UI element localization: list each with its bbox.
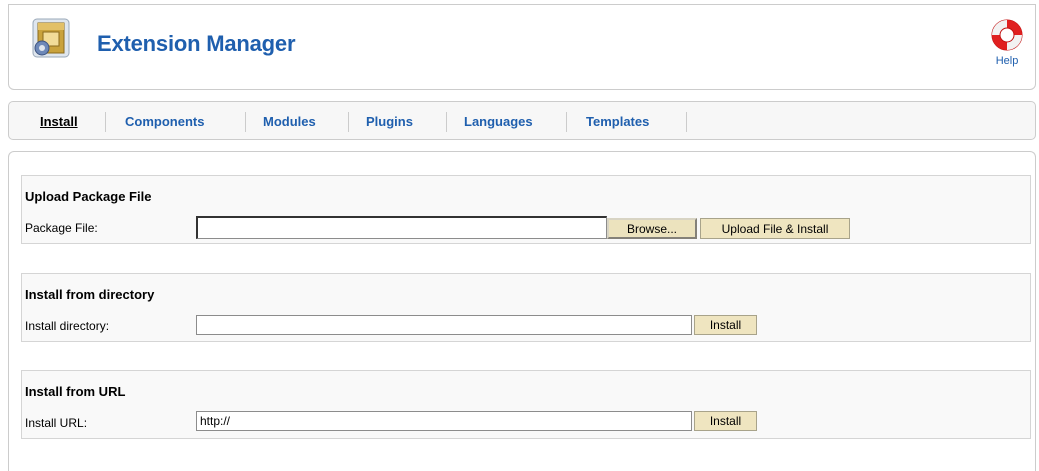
install-url-section: Install from URL Install URL: Install (21, 370, 1031, 439)
page-title: Extension Manager (97, 31, 296, 56)
tab-divider (348, 112, 349, 132)
tab-plugins[interactable]: Plugins (366, 114, 413, 129)
tab-divider (446, 112, 447, 132)
tab-divider (686, 112, 687, 132)
install-directory-label: Install directory: (25, 319, 110, 333)
help-label: Help (995, 55, 1019, 67)
tab-divider (105, 112, 106, 132)
install-url-button[interactable]: Install (694, 411, 757, 431)
package-file-label: Package File: (25, 221, 98, 235)
extension-package-icon (32, 18, 70, 58)
submenu-tabs: Install Components Modules Plugins Langu… (8, 101, 1036, 140)
header: Extension Manager Help (8, 4, 1036, 90)
section-title: Install from URL (25, 384, 126, 399)
tab-modules[interactable]: Modules (263, 114, 316, 129)
help-button[interactable]: Help (987, 18, 1027, 67)
install-url-input[interactable] (196, 411, 692, 431)
install-panel: Upload Package File Package File: Browse… (8, 151, 1036, 471)
install-directory-input[interactable] (196, 315, 692, 335)
package-file-input[interactable] (196, 216, 607, 239)
tab-templates[interactable]: Templates (586, 114, 649, 129)
tab-divider (245, 112, 246, 132)
upload-package-section: Upload Package File Package File: Browse… (21, 175, 1031, 244)
section-title: Install from directory (25, 287, 155, 302)
browse-button[interactable]: Browse... (607, 218, 697, 239)
tab-install[interactable]: Install (40, 114, 78, 129)
install-directory-button[interactable]: Install (694, 315, 757, 335)
tab-languages[interactable]: Languages (464, 114, 533, 129)
lifebuoy-icon (990, 19, 1024, 55)
install-url-label: Install URL: (25, 416, 88, 430)
install-directory-section: Install from directory Install directory… (21, 273, 1031, 342)
section-title: Upload Package File (25, 189, 152, 204)
tab-components[interactable]: Components (125, 114, 204, 129)
tab-divider (566, 112, 567, 132)
upload-install-button[interactable]: Upload File & Install (700, 218, 850, 239)
